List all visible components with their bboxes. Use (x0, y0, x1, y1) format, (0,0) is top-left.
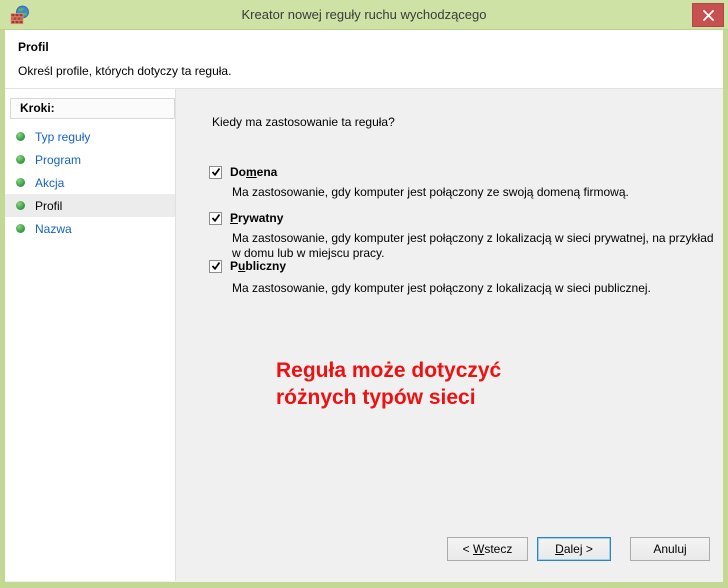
sidebar-item-profile[interactable]: Profil (5, 194, 175, 217)
step-bullet-icon (16, 178, 25, 187)
annotation-text: Reguła może dotyczyć różnych typów sieci (276, 357, 501, 411)
sidebar-item-rule-type[interactable]: Typ reguły (5, 125, 175, 148)
public-checkbox[interactable] (209, 259, 222, 273)
public-label[interactable]: Publiczny (230, 259, 286, 273)
checkmark-icon (211, 168, 220, 177)
cancel-button[interactable]: Anuluj (630, 537, 710, 561)
close-button[interactable] (692, 3, 724, 27)
step-label: Akcja (35, 175, 65, 190)
steps-sidebar: Kroki: Typ reguły Program Akcja Profil N… (5, 89, 176, 581)
back-button[interactable]: < Wstecz (447, 537, 528, 561)
private-checkbox-row: Prywatny (209, 211, 283, 225)
domain-description: Ma zastosowanie, gdy komputer jest połąc… (232, 185, 629, 199)
step-bullet-icon (16, 224, 25, 233)
public-checkbox-row: Publiczny (209, 259, 286, 273)
step-label: Program (35, 152, 82, 167)
close-icon (702, 9, 714, 21)
sidebar-item-action[interactable]: Akcja (5, 171, 175, 194)
checkmark-icon (211, 262, 220, 271)
sidebar-item-program[interactable]: Program (5, 148, 175, 171)
next-button[interactable]: Dalej > (537, 537, 611, 561)
step-bullet-icon (16, 201, 25, 210)
domain-checkbox[interactable] (209, 165, 222, 179)
step-label: Nazwa (35, 221, 72, 236)
private-description: Ma zastosowanie, gdy komputer jest połąc… (232, 231, 714, 260)
step-label: Profil (35, 198, 63, 213)
wizard-buttons: < Wstecz Dalej > Anuluj (447, 537, 710, 561)
page-subtitle: Określ profile, których dotyczy ta reguł… (18, 64, 232, 78)
checkmark-icon (211, 214, 220, 223)
step-bullet-icon (16, 155, 25, 164)
sidebar-item-name[interactable]: Nazwa (5, 217, 175, 240)
window-title: Kreator nowej reguły ruchu wychodzącego (241, 7, 487, 22)
profile-question: Kiedy ma zastosowanie ta reguła? (212, 115, 395, 129)
wizard-window: Kreator nowej reguły ruchu wychodzącego … (0, 0, 728, 588)
page-header: Profil Określ profile, których dotyczy t… (5, 30, 723, 89)
step-bullet-icon (16, 132, 25, 141)
annotation-line1: Reguła może dotyczyć (276, 359, 502, 382)
page-title: Profil (18, 40, 49, 54)
titlebar: Kreator nowej reguły ruchu wychodzącego (0, 0, 728, 30)
steps-heading: Kroki: (10, 98, 175, 119)
domain-checkbox-row: Domena (209, 165, 277, 179)
private-checkbox[interactable] (209, 211, 222, 225)
domain-label[interactable]: Domena (230, 165, 277, 179)
annotation-line2: różnych typów sieci (276, 386, 476, 409)
steps-list: Typ reguły Program Akcja Profil Nazwa (5, 125, 175, 240)
private-label[interactable]: Prywatny (230, 211, 283, 225)
dialog-body: Profil Określ profile, których dotyczy t… (5, 30, 723, 582)
step-label: Typ reguły (35, 129, 91, 144)
public-description: Ma zastosowanie, gdy komputer jest połąc… (232, 281, 651, 295)
main-panel: Kiedy ma zastosowanie ta reguła? Domena … (176, 89, 723, 581)
